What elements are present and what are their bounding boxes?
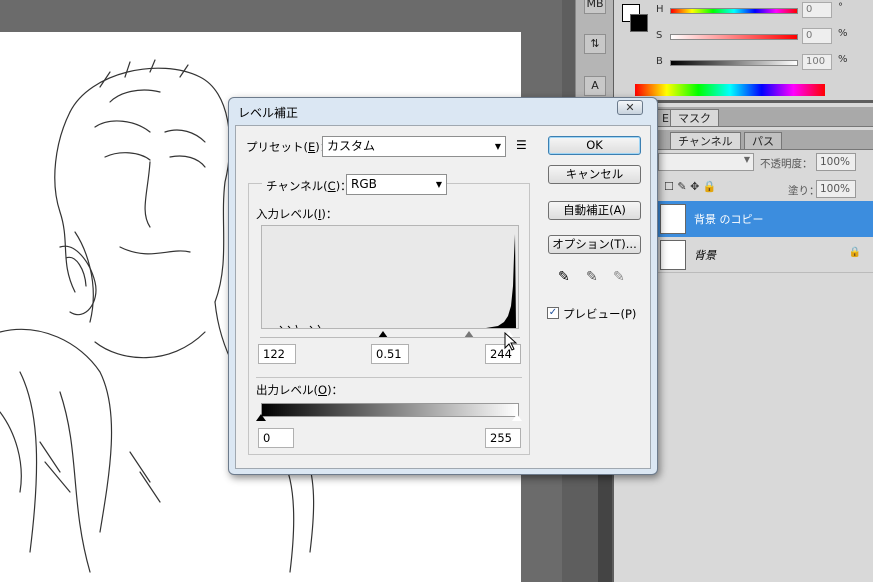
lock-icon: 🔒 xyxy=(848,247,861,258)
layer-row[interactable]: 背景 のコピー xyxy=(658,201,873,237)
histogram-graph xyxy=(279,234,516,329)
preview-label: プレビュー(P) xyxy=(563,307,637,321)
b-value[interactable]: 100 xyxy=(802,54,832,70)
tab-paths[interactable]: パス xyxy=(744,132,782,149)
b-label: B xyxy=(656,56,663,67)
fill-label: 塗り： xyxy=(788,185,820,197)
tools-strip: MB ⇅ A xyxy=(575,0,613,110)
black-eyedropper-icon[interactable]: ✎ xyxy=(558,269,570,285)
opacity-input[interactable]: 100% xyxy=(816,153,856,171)
auto-button[interactable]: 自動補正(A) xyxy=(548,201,641,220)
layer-row[interactable]: 背景 🔒 xyxy=(658,237,873,273)
preview-checkbox[interactable]: ✓ xyxy=(547,307,559,319)
output-levels-label: 出力レベル(O)： xyxy=(256,383,344,397)
preset-menu-icon[interactable]: ☰ xyxy=(516,138,527,152)
preset-select[interactable]: カスタム ▼ xyxy=(322,136,506,157)
chevron-down-icon: ▼ xyxy=(743,155,750,164)
separator xyxy=(256,377,522,378)
output-black-slider[interactable] xyxy=(256,414,266,421)
tool-button-history[interactable]: ⇅ xyxy=(584,34,606,54)
output-gradient xyxy=(261,403,519,417)
close-button[interactable]: ✕ xyxy=(617,100,643,115)
background-swatch[interactable] xyxy=(630,14,648,32)
tool-button-mb[interactable]: MB xyxy=(584,0,606,14)
layer-name: 背景 xyxy=(694,249,716,262)
h-value[interactable]: 0 xyxy=(802,2,832,18)
s-unit: % xyxy=(838,28,848,39)
histogram xyxy=(261,225,519,329)
check-icon: ✓ xyxy=(548,307,558,318)
output-black-field[interactable]: 0 xyxy=(258,428,294,448)
tool-button-type[interactable]: A xyxy=(584,76,606,96)
fill-input[interactable]: 100% xyxy=(816,180,856,198)
output-white-field[interactable]: 255 xyxy=(485,428,521,448)
white-eyedropper-icon[interactable]: ✎ xyxy=(613,269,625,285)
blend-mode-select[interactable]: ▼ xyxy=(658,153,754,171)
layer-thumbnail xyxy=(660,204,686,234)
channel-select[interactable]: RGB ▼ xyxy=(346,174,447,195)
b-unit: % xyxy=(838,54,848,65)
channel-label: チャンネル(C)： xyxy=(262,178,356,194)
tab-channels[interactable]: チャンネル xyxy=(670,132,741,149)
lock-icons[interactable]: ☐ ✎ ✥ 🔒 xyxy=(664,180,716,193)
h-unit: ° xyxy=(838,2,843,13)
history-icon: ⇅ xyxy=(590,37,600,50)
ok-button[interactable]: OK xyxy=(548,136,641,155)
output-white-slider[interactable] xyxy=(512,414,522,421)
b-slider[interactable] xyxy=(670,60,798,66)
color-spectrum[interactable] xyxy=(635,84,825,96)
h-slider[interactable] xyxy=(670,8,798,14)
input-black-field[interactable]: 122 xyxy=(258,344,296,364)
chevron-down-icon: ▼ xyxy=(494,142,501,151)
preset-label: プリセット(E)： xyxy=(246,140,331,154)
layer-thumbnail xyxy=(660,240,686,270)
input-gamma-field[interactable]: 0.51 xyxy=(371,344,409,364)
chevron-down-icon: ▼ xyxy=(435,180,442,189)
s-label: S xyxy=(656,30,663,41)
opacity-label: 不透明度： xyxy=(760,158,813,170)
close-icon: ✕ xyxy=(625,101,635,114)
layer-name: 背景 のコピー xyxy=(694,213,764,226)
tab-mask[interactable]: マスク xyxy=(670,109,719,126)
options-button[interactable]: オプション(T)... xyxy=(548,235,641,254)
cancel-button[interactable]: キャンセル xyxy=(548,165,641,184)
input-slider-track xyxy=(260,337,520,338)
gray-eyedropper-icon[interactable]: ✎ xyxy=(586,269,598,285)
dialog-body: プリセット(E)： カスタム▼ ☰ チャンネル(C)： RGB▼ 入力レベル(I… xyxy=(235,125,651,469)
dialog-title: レベル補正 xyxy=(238,106,299,120)
scroll-gutter xyxy=(598,470,612,582)
type-icon: A xyxy=(591,79,599,92)
s-slider[interactable] xyxy=(670,34,798,40)
h-label: H xyxy=(656,4,664,15)
s-value[interactable]: 0 xyxy=(802,28,832,44)
input-levels-label: 入力レベル(I)： xyxy=(256,207,338,221)
levels-dialog: レベル補正 ✕ プリセット(E)： カスタム▼ ☰ チャンネル(C)： RGB▼… xyxy=(228,97,658,475)
mouse-cursor-icon xyxy=(504,332,518,351)
